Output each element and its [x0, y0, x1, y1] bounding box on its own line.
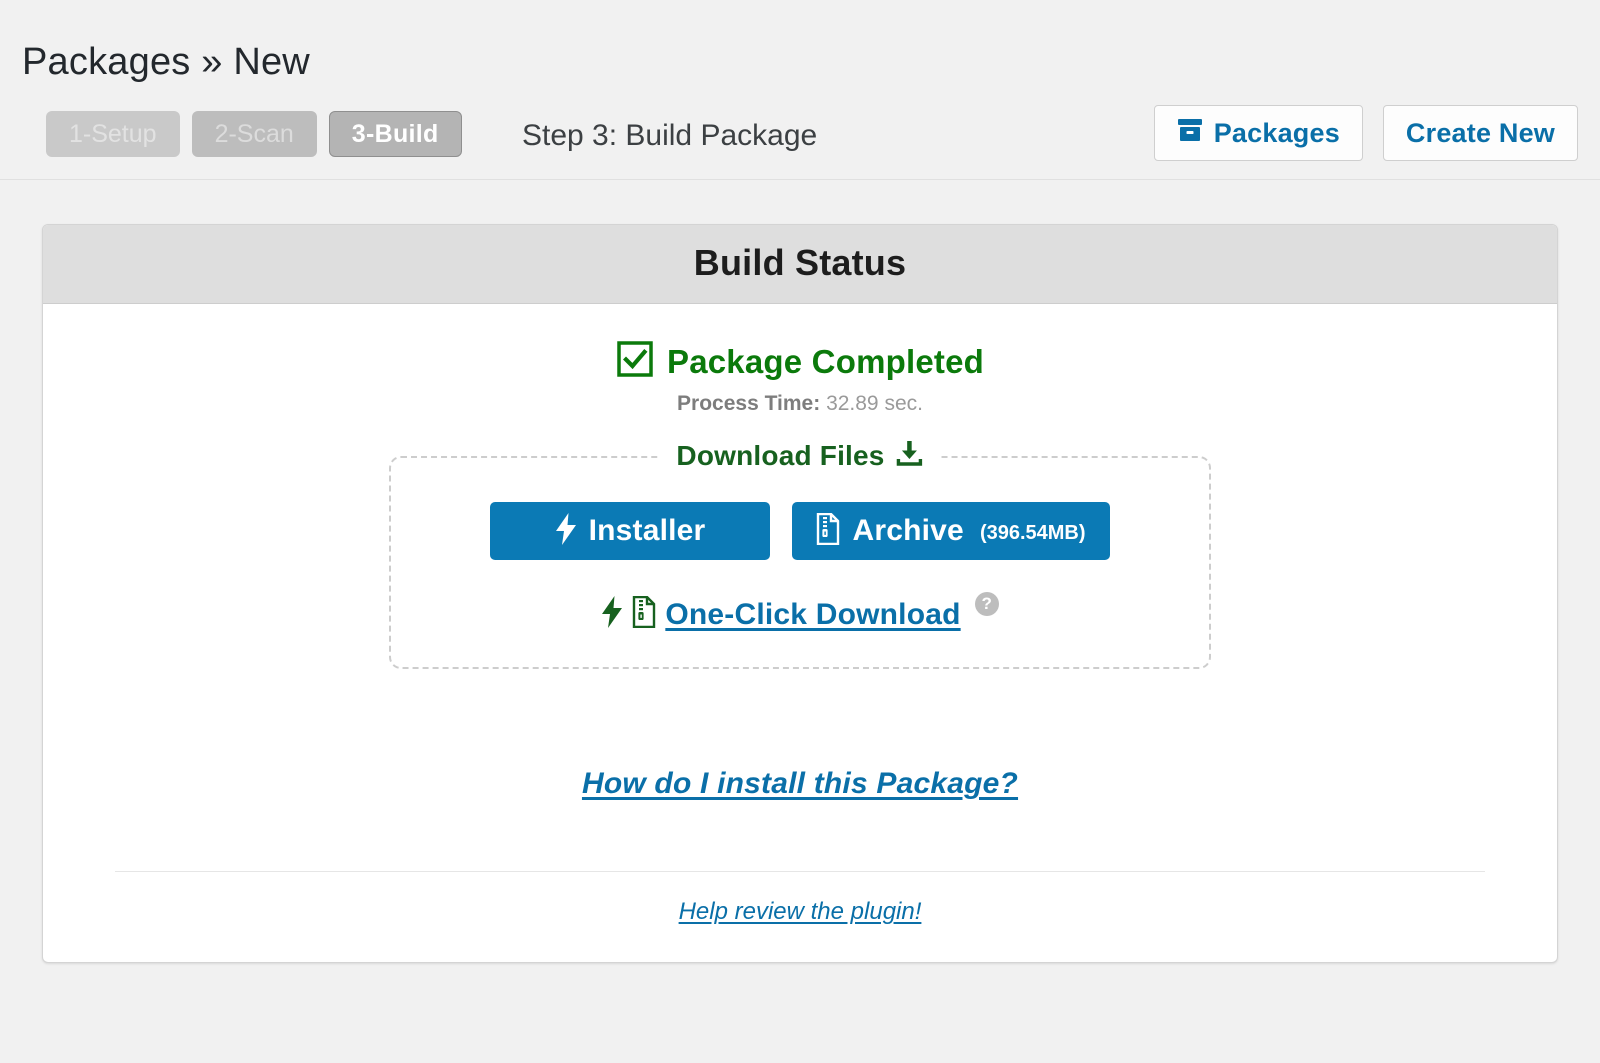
install-package-link[interactable]: How do I install this Package? — [582, 767, 1018, 800]
archive-box-icon — [1177, 118, 1203, 149]
process-time-value: 32.89 sec. — [826, 392, 923, 416]
step-tab-scan-label: 2-Scan — [214, 119, 294, 148]
toolbar-actions: Packages Create New — [1153, 105, 1578, 162]
toolbar: 1-Setup 2-Scan 3-Build Step 3: Build Pac… — [0, 105, 1600, 181]
create-new-button-label: Create New — [1405, 117, 1555, 148]
download-icon — [896, 439, 924, 472]
download-buttons: Installer Archive (396.54MB) — [391, 502, 1209, 561]
build-status-card: Build Status Package Completed Process T… — [42, 224, 1558, 964]
download-files-legend-label: Download Files — [676, 439, 885, 471]
build-status-title: Build Status — [43, 225, 1557, 305]
lightning-bolt-icon — [555, 512, 577, 550]
install-help-row: How do I install this Package? — [79, 767, 1521, 801]
installer-download-label: Installer — [588, 514, 706, 548]
current-step-label: Step 3: Build Package — [522, 119, 818, 153]
review-plugin-link[interactable]: Help review the plugin! — [679, 898, 922, 925]
package-status-text: Package Completed — [666, 342, 984, 380]
one-click-download-link[interactable]: One-Click Download — [665, 598, 960, 632]
build-status-body: Package Completed Process Time: 32.89 se… — [43, 304, 1557, 962]
installer-download-button[interactable]: Installer — [490, 502, 770, 561]
process-time: Process Time: 32.89 sec. — [79, 392, 1521, 416]
step-tab-setup-label: 1-Setup — [69, 119, 157, 148]
packages-button[interactable]: Packages — [1153, 105, 1363, 162]
create-new-button[interactable]: Create New — [1382, 105, 1578, 162]
download-files-section: Download Files Installer Archive (396.54… — [389, 439, 1211, 670]
footer-divider — [115, 871, 1485, 873]
archive-size-label: (396.54MB) — [979, 521, 1086, 544]
packages-button-label: Packages — [1213, 117, 1340, 148]
download-files-legend: Download Files — [660, 439, 940, 473]
lightning-bolt-icon — [601, 596, 623, 633]
archive-download-button[interactable]: Archive (396.54MB) — [792, 502, 1110, 561]
one-click-download-row: One-Click Download ? — [391, 591, 1209, 633]
checkbox-checked-icon — [616, 340, 654, 383]
process-time-label: Process Time: — [677, 392, 821, 416]
archive-download-label: Archive — [852, 514, 964, 548]
zip-file-icon — [632, 596, 656, 633]
step-tab-build[interactable]: 3-Build — [328, 111, 462, 158]
page-title: Packages » New — [22, 41, 310, 83]
help-circle-icon[interactable]: ? — [974, 591, 999, 616]
package-status: Package Completed — [79, 340, 1521, 383]
step-tab-scan[interactable]: 2-Scan — [191, 111, 317, 158]
step-tab-setup[interactable]: 1-Setup — [46, 111, 180, 158]
zip-file-icon — [816, 512, 840, 550]
step-tabs: 1-Setup 2-Scan 3-Build — [46, 111, 462, 158]
step-tab-build-label: 3-Build — [351, 119, 439, 148]
review-row: Help review the plugin! — [79, 898, 1521, 926]
